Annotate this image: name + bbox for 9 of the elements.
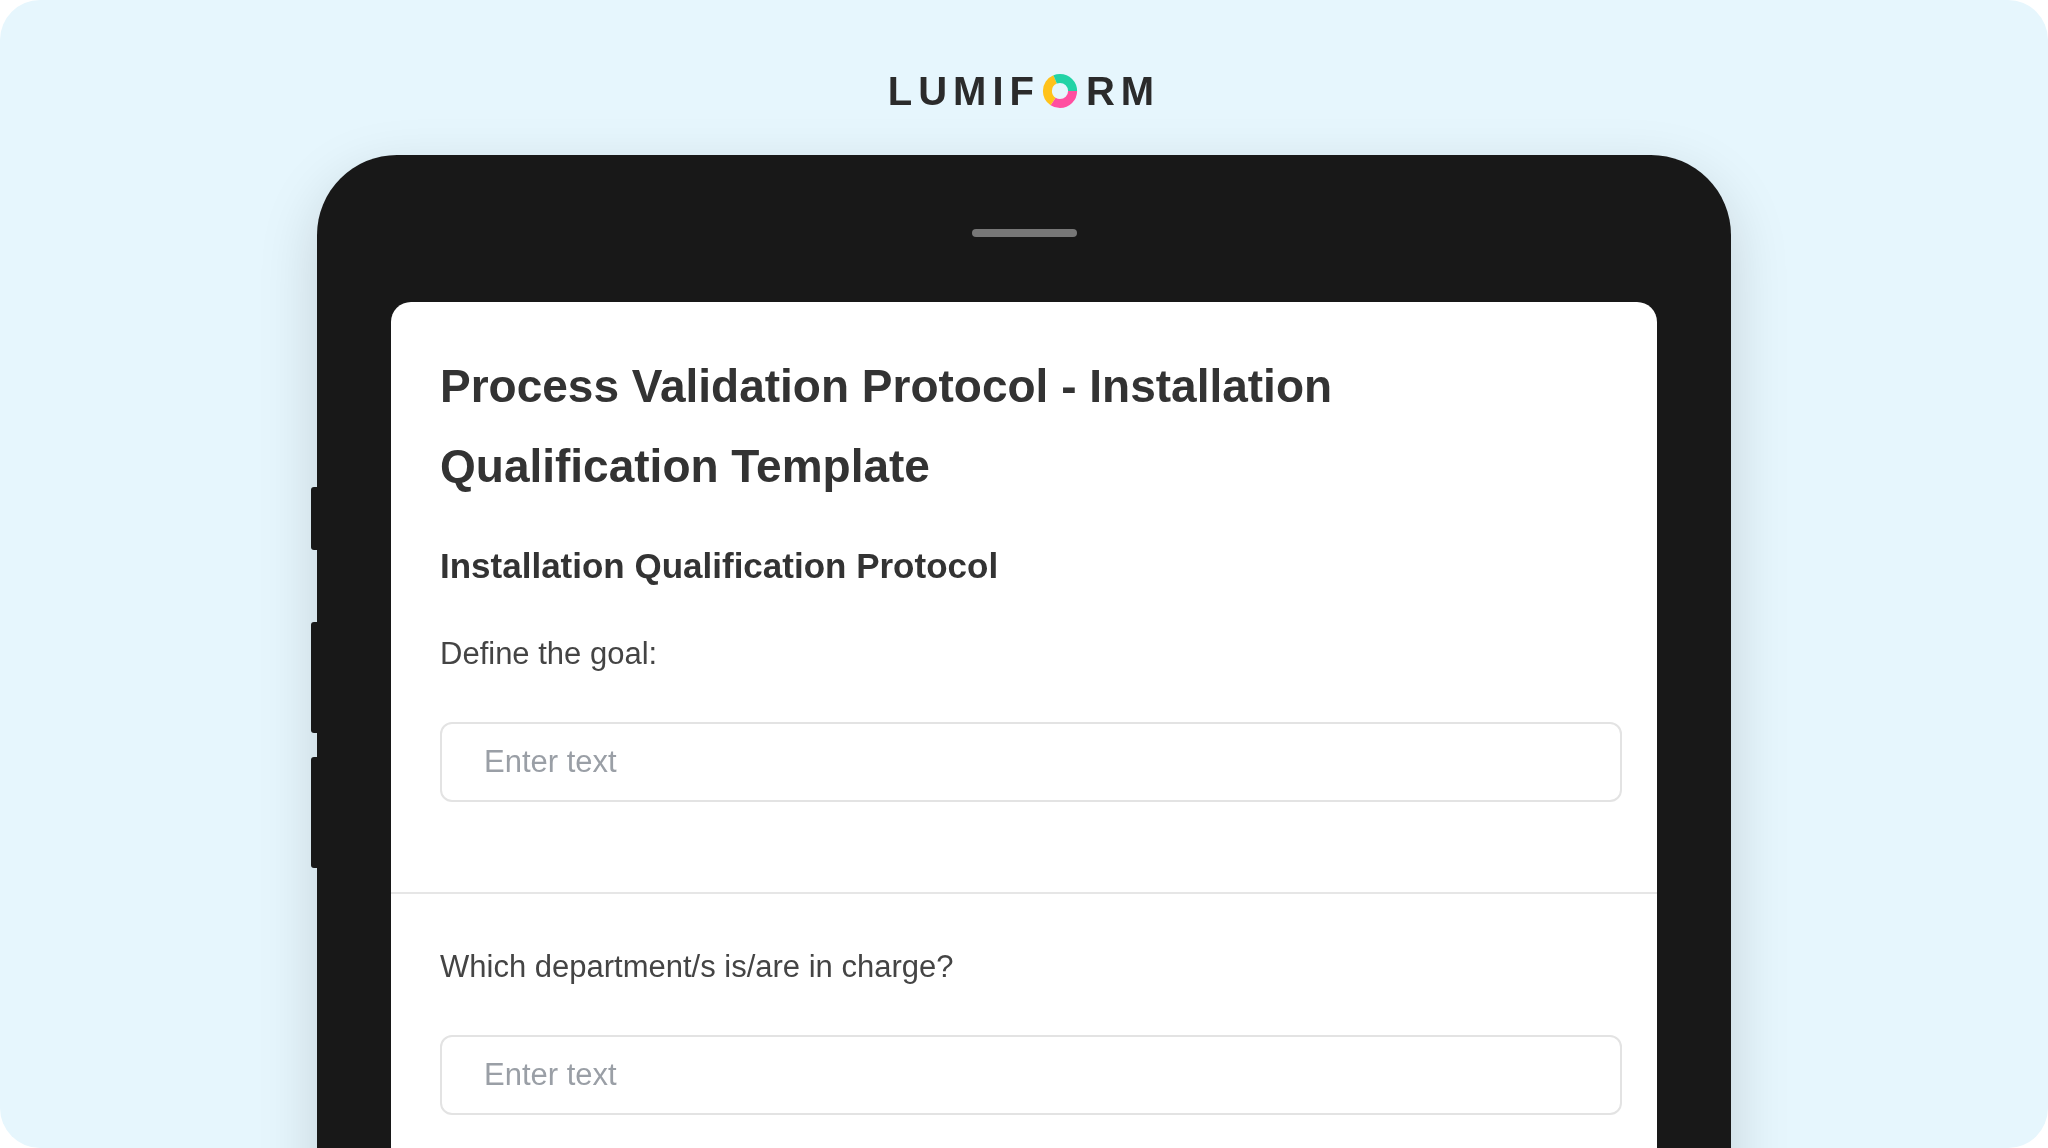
text-input-field[interactable]: Enter text <box>440 1035 1622 1115</box>
text-input-field[interactable]: Enter text <box>440 722 1622 802</box>
logo-ring-icon <box>1042 73 1078 109</box>
section-heading: Installation Qualification Protocol <box>440 546 1000 586</box>
question-label: Which department/s is/are in charge? <box>440 949 955 985</box>
brand-logo-text: LUMIF <box>887 68 1040 114</box>
form-title: Process Validation Protocol - Installation Qualification Template <box>440 359 1334 494</box>
brand-logo-text: RM <box>1086 68 1161 114</box>
question-label: Define the goal: <box>440 636 659 672</box>
